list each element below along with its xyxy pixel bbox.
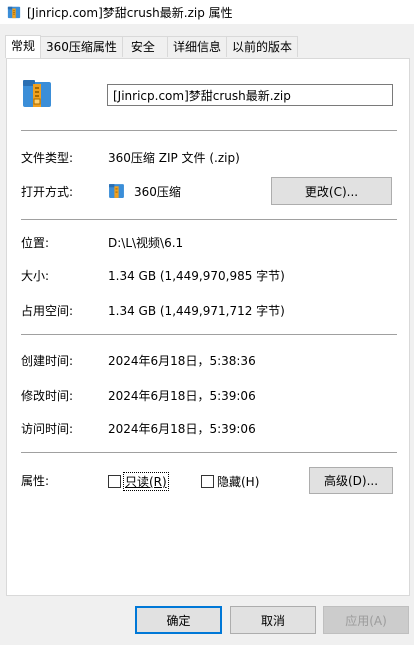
open-with-label: 打开方式:: [21, 185, 74, 199]
modified-label: 修改时间:: [21, 389, 74, 403]
general-panel: 文件类型: 360压缩 ZIP 文件 (.zip) 打开方式: 360压缩 更改…: [6, 58, 410, 596]
apply-button[interactable]: 应用(A): [323, 606, 409, 634]
modified-value: 2024年6月18日，5:39:06: [108, 389, 256, 403]
zip-archive-icon: [23, 80, 51, 107]
file-type-value: 360压缩 ZIP 文件 (.zip): [108, 151, 240, 165]
size-value: 1.34 GB (1,449,970,985 字节): [108, 269, 285, 283]
title-bar: [Jinricp.com]梦甜crush最新.zip 属性: [0, 0, 414, 24]
location-value: D:\L\视频\6.1: [108, 236, 184, 250]
tab-strip: 常规 360压缩属性 安全 详细信息 以前的版本: [5, 35, 298, 58]
accessed-label: 访问时间:: [21, 422, 74, 436]
file-type-label: 文件类型:: [21, 151, 74, 165]
360zip-icon: [109, 184, 124, 198]
location-label: 位置:: [21, 236, 50, 250]
tab-general[interactable]: 常规: [5, 35, 42, 58]
divider: [21, 334, 397, 335]
readonly-checkbox[interactable]: [108, 475, 121, 488]
change-button[interactable]: 更改(C)...: [271, 177, 392, 205]
tab-360zip-properties[interactable]: 360压缩属性: [40, 36, 123, 57]
accessed-value: 2024年6月18日，5:39:06: [108, 422, 256, 436]
created-value: 2024年6月18日，5:38:36: [108, 354, 256, 368]
ok-button[interactable]: 确定: [135, 606, 222, 634]
cancel-button[interactable]: 取消: [230, 606, 316, 634]
filename-input[interactable]: [107, 84, 393, 106]
divider: [21, 219, 397, 220]
size-label: 大小:: [21, 269, 50, 283]
size-on-disk-value: 1.34 GB (1,449,971,712 字节): [108, 304, 285, 318]
created-label: 创建时间:: [21, 354, 74, 368]
size-on-disk-label: 占用空间:: [21, 304, 74, 318]
hidden-label[interactable]: 隐藏(H): [217, 473, 259, 490]
attributes-label: 属性:: [21, 474, 50, 488]
advanced-button[interactable]: 高级(D)...: [309, 467, 393, 494]
open-with-value: 360压缩: [134, 185, 181, 199]
divider: [21, 130, 397, 131]
tab-details[interactable]: 详细信息: [166, 36, 227, 57]
divider: [21, 452, 397, 453]
readonly-label[interactable]: 只读(R): [123, 472, 169, 491]
hidden-checkbox[interactable]: [201, 475, 214, 488]
tab-security[interactable]: 安全: [121, 36, 168, 57]
tab-previous-versions[interactable]: 以前的版本: [225, 36, 298, 57]
zip-archive-icon: [7, 6, 21, 19]
window-title: [Jinricp.com]梦甜crush最新.zip 属性: [27, 5, 233, 20]
